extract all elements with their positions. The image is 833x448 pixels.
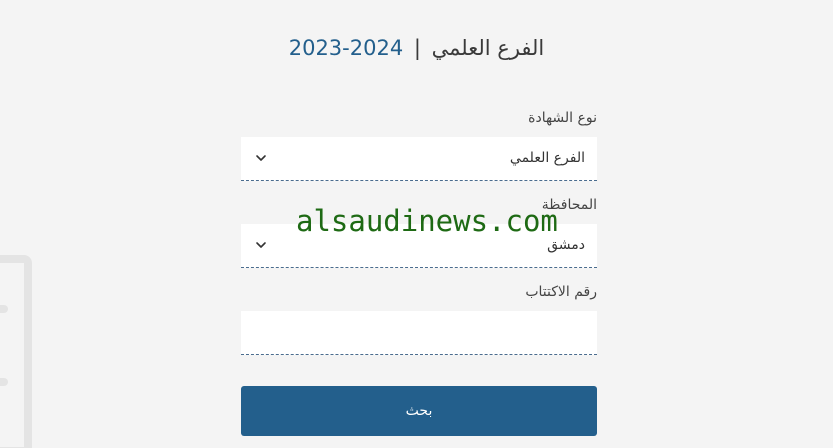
title-separator: | [413,36,421,60]
certificate-type-value: الفرع العلمي [509,150,585,166]
subscription-number-label: رقم الاكتتاب [525,284,597,300]
watermark-text: alsaudinews.com [296,204,558,238]
decorative-dot [0,305,8,313]
certificate-type-select[interactable]: الفرع العلمي [241,137,597,181]
chevron-down-icon [256,242,266,248]
certificate-type-label: نوع الشهادة [528,110,597,126]
page-title: الفرع العلمي | 2024-2023 [0,36,833,60]
decorative-dot [0,378,8,386]
decorative-frame [0,255,32,448]
title-text: الفرع العلمي [431,36,545,60]
subscription-number-input[interactable] [241,311,597,355]
governorate-value: دمشق [547,237,585,253]
title-year: 2024-2023 [288,36,404,60]
search-button[interactable]: بحث [241,386,597,436]
page: الفرع العلمي | 2024-2023 نوع الشهادة الف… [0,0,833,448]
chevron-down-icon [256,155,266,161]
